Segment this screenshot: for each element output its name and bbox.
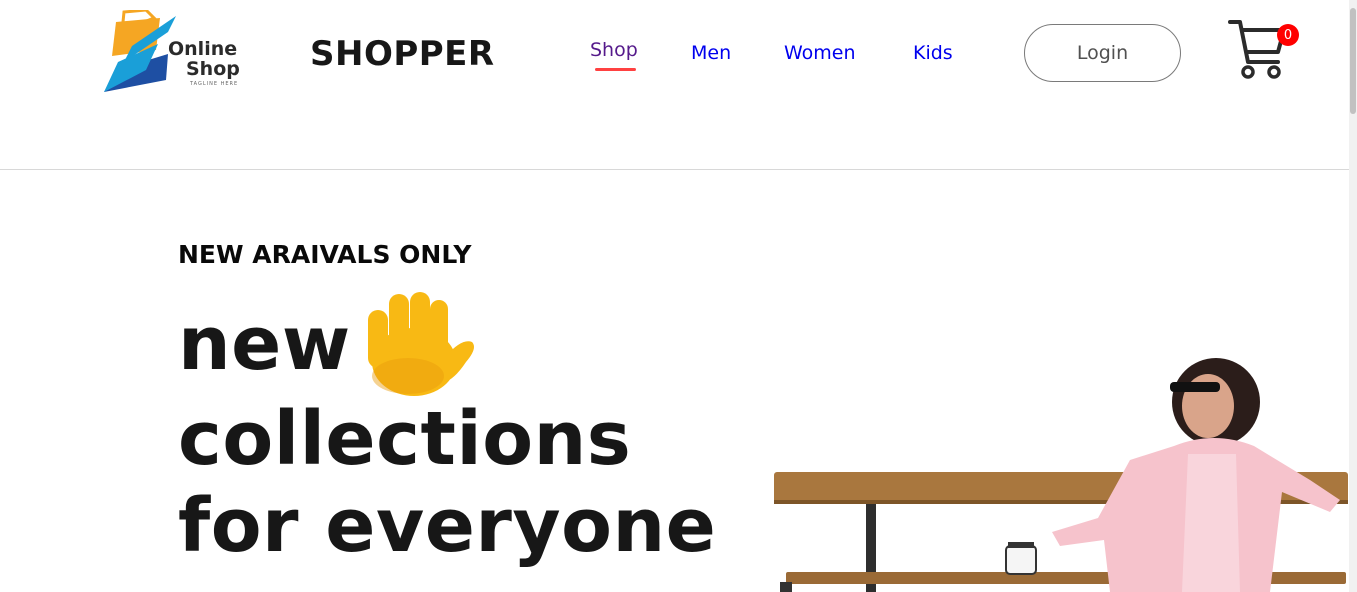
hero-title-line-3: for everyone xyxy=(178,483,717,569)
navbar: Online Shop TAGLINE HERE SHOPPER Shop Me… xyxy=(0,0,1349,170)
nav-item-shop[interactable]: Shop xyxy=(590,39,638,61)
hero-title-line-1: new xyxy=(178,301,351,387)
hero-kicker: NEW ARAIVALS ONLY xyxy=(178,240,472,269)
scrollbar-thumb[interactable] xyxy=(1350,8,1356,114)
nav-item-men[interactable]: Men xyxy=(691,42,731,64)
hero-title-line-2: collections xyxy=(178,396,632,482)
nav-item-kids[interactable]: Kids xyxy=(913,42,953,64)
login-button[interactable]: Login xyxy=(1024,24,1181,82)
logo-tagline: TAGLINE HERE xyxy=(190,81,239,87)
logo-text-online: Online xyxy=(168,38,238,60)
hero-model-image xyxy=(774,358,1348,592)
cart-count-badge: 0 xyxy=(1277,24,1299,46)
logo-text-shop: Shop xyxy=(186,58,240,80)
brand-name: SHOPPER xyxy=(310,34,495,74)
nav-active-underline xyxy=(595,68,636,71)
waving-hand-icon xyxy=(368,292,474,396)
nav-item-women[interactable]: Women xyxy=(784,42,856,64)
logo[interactable]: Online Shop TAGLINE HERE xyxy=(102,10,252,96)
